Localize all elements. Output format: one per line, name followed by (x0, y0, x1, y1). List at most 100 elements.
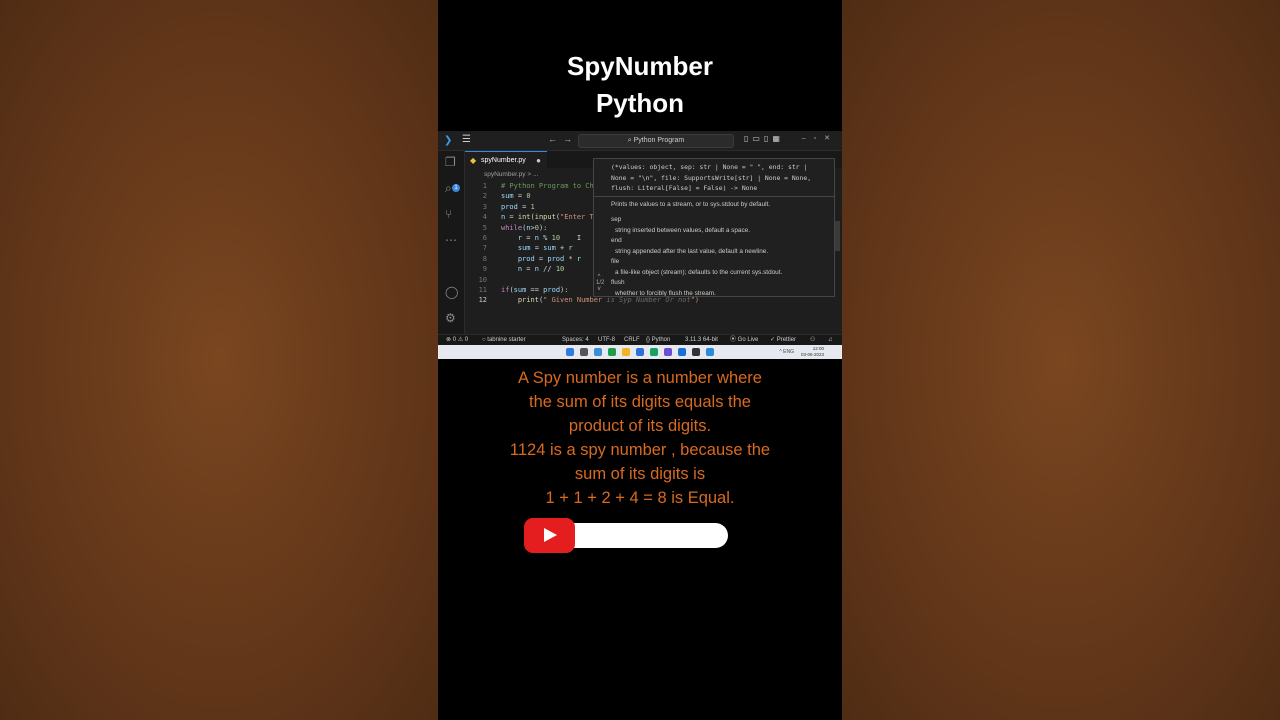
param-description: string inserted between values, default … (615, 226, 750, 234)
description-line: product of its digits. (568, 417, 712, 435)
search-sidebar-icon[interactable]: ⌕ (445, 181, 452, 196)
command-center-search[interactable]: ⌕ Python Program (578, 134, 734, 148)
hover-divider (594, 196, 834, 197)
tab-spynumber[interactable]: ◆ spyNumber.py ● (465, 151, 547, 168)
window-controls[interactable]: –▫✕ (802, 134, 838, 142)
system-tray[interactable]: ^ ENG (779, 349, 794, 355)
eol-status[interactable]: CRLF (624, 335, 640, 345)
activity-bar: ❐ 1 ⌕ ⑂ ⋯ ◯ ⚙ (438, 151, 465, 334)
code-token: is Syp Number Or not (602, 296, 691, 305)
settings-gear-icon[interactable]: ⚙ (445, 311, 456, 325)
account-icon[interactable]: ◯ (445, 285, 458, 299)
line-number: 10 (478, 275, 487, 284)
code-token: * (564, 254, 577, 263)
code-text[interactable]: prod = prod * r (501, 254, 581, 264)
code-text[interactable]: r = n % 10 I (501, 233, 581, 243)
code-token: prod (501, 254, 535, 263)
encoding-status[interactable]: UTF-8 (598, 335, 615, 345)
code-token: " Given Number (543, 296, 603, 305)
code-text[interactable]: n = int(input("Enter T (501, 212, 594, 222)
signature-line: None = "\n", file: SupportsWrite[str] | … (611, 173, 812, 182)
interpreter-status[interactable]: 3.11.3 64-bit (685, 335, 718, 345)
param-name: file (611, 258, 620, 265)
chrome-icon[interactable] (608, 348, 616, 356)
param-name: end (611, 237, 622, 244)
code-token: I (560, 234, 582, 242)
code-token: sum (501, 192, 514, 201)
param-name: sep (611, 216, 622, 223)
prettier-status[interactable]: ✓ Prettier (770, 335, 796, 345)
code-token: ") (690, 296, 700, 305)
browser-icon[interactable] (594, 348, 602, 356)
title-bar: ❯ ☰ ←→ ⌕ Python Program ▯▭▯▦ –▫✕ (438, 131, 842, 151)
code-token: = (517, 202, 531, 211)
code-token: n (501, 265, 523, 274)
breadcrumb[interactable]: spyNumber.py > ... (484, 171, 538, 178)
code-token: r (501, 234, 523, 242)
accounts-status-icon[interactable]: ⚇ (810, 335, 815, 345)
line-number: 8 (482, 254, 487, 263)
source-control-icon[interactable]: ⑂ (445, 207, 452, 221)
code-token: ): (560, 286, 569, 294)
tabnine-status[interactable]: ○ tabnine starter (482, 335, 526, 345)
code-token: r (576, 254, 582, 263)
language-status[interactable]: {} Python (646, 335, 670, 345)
explorer-icon[interactable]: ❐ (445, 155, 456, 169)
indent-status[interactable]: Spaces: 4 (562, 335, 589, 345)
status-bar: ⊗ 0 ⚠ 0 ○ tabnine starter Spaces: 4 UTF-… (438, 334, 842, 345)
down-chevron-icon[interactable]: v (596, 286, 604, 292)
taskview-icon[interactable] (580, 348, 588, 356)
code-token: input (534, 213, 556, 222)
notification-bell-icon[interactable]: ♫ (828, 335, 833, 345)
code-token: ): (538, 223, 548, 232)
code-token: "Enter T (560, 213, 594, 222)
code-text[interactable]: sum = 0 (501, 191, 531, 201)
code-text[interactable]: n = n // 10 (501, 264, 564, 274)
menu-icon[interactable]: ☰ (462, 134, 471, 145)
clock[interactable]: 12:00 03-06-2023 (801, 346, 824, 358)
terminal-icon[interactable] (692, 348, 700, 356)
more-icon[interactable]: ⋯ (445, 233, 457, 247)
code-token: print (501, 296, 539, 305)
line-number: 4 (482, 213, 487, 222)
code-token: % (538, 234, 552, 242)
start-icon[interactable] (566, 348, 574, 356)
edge-icon[interactable] (678, 348, 686, 356)
signature-line: flush: Literal[False] = False) -> None (611, 184, 758, 192)
code-token: = (530, 244, 544, 253)
youtube-play-icon[interactable] (524, 518, 575, 553)
line-number: 3 (482, 202, 487, 211)
code-text[interactable]: prod = 1 (501, 202, 535, 212)
description-line: 1124 is a spy number , because the (509, 441, 771, 459)
vscode-taskbar-icon[interactable] (706, 348, 714, 356)
hover-summary: Prints the values to a stream, or to sys… (611, 201, 771, 208)
layout-toggle-icons[interactable]: ▯▭▯▦ (744, 134, 784, 143)
unsaved-dot-icon[interactable]: ● (536, 152, 541, 169)
code-text[interactable]: if(sum == prod): (501, 285, 568, 295)
overload-counter[interactable]: ^ 1/2 v (596, 274, 604, 292)
clock-date: 03-06-2023 (800, 352, 824, 357)
code-token: int (517, 213, 531, 222)
golive-status[interactable]: ⦿ Go Live (730, 335, 758, 345)
code-text[interactable]: sum = sum + r (501, 243, 573, 253)
folder-icon[interactable] (622, 348, 630, 356)
code-text[interactable]: while(n>0): (501, 223, 547, 233)
param-name: flush (611, 279, 625, 286)
tab-label: spyNumber.py (481, 157, 526, 164)
line-number: 12 (478, 296, 487, 305)
app-icon[interactable] (650, 348, 658, 356)
teams-icon[interactable] (664, 348, 672, 356)
description-line: the sum of its digits equals the (529, 393, 751, 411)
line-number: 5 (482, 223, 487, 232)
store-icon[interactable] (636, 348, 644, 356)
background-right (842, 0, 1280, 720)
description-line: sum of its digits is (574, 465, 706, 483)
explorer-badge: 1 (452, 184, 460, 192)
code-text[interactable]: # Python Program to Ch (501, 181, 594, 191)
param-description: a file-like object (stream); defaults to… (615, 268, 783, 276)
code-token: = (522, 265, 535, 274)
nav-arrows-icon[interactable]: ←→ (548, 134, 578, 144)
code-token: + (555, 244, 569, 253)
code-token: sum (513, 286, 527, 294)
problems-status[interactable]: ⊗ 0 ⚠ 0 (446, 335, 468, 345)
